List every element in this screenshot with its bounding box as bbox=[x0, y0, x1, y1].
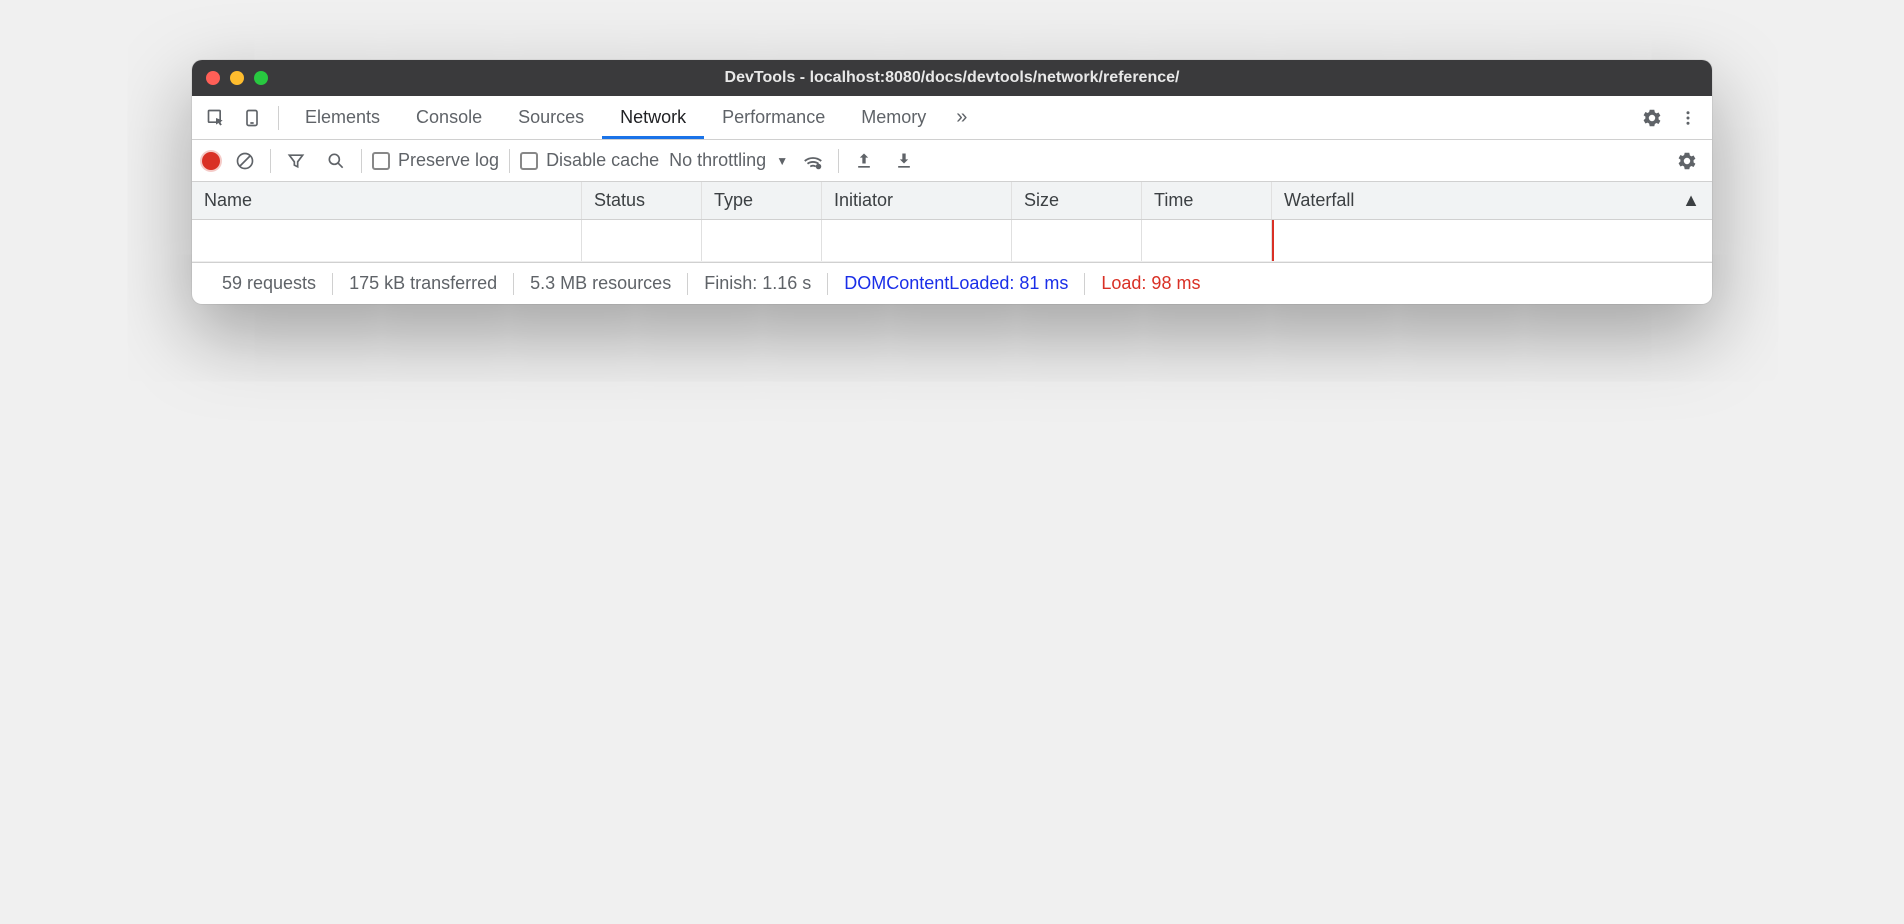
tab-network[interactable]: Network bbox=[602, 96, 704, 139]
tab-console[interactable]: Console bbox=[398, 96, 500, 139]
preserve-log-label: Preserve log bbox=[398, 150, 499, 171]
tab-sources[interactable]: Sources bbox=[500, 96, 602, 139]
col-name[interactable]: Name bbox=[192, 182, 582, 219]
network-table: Name Status Type Initiator Size Time Wat… bbox=[192, 182, 1712, 262]
status-resources: 5.3 MB resources bbox=[514, 273, 687, 294]
status-bar: 59 requests 175 kB transferred 5.3 MB re… bbox=[192, 262, 1712, 304]
table-header: Name Status Type Initiator Size Time Wat… bbox=[192, 182, 1712, 220]
download-har-icon[interactable] bbox=[889, 146, 919, 176]
tool-tabs: ElementsConsoleSourcesNetworkPerformance… bbox=[192, 96, 1712, 140]
col-size[interactable]: Size bbox=[1012, 182, 1142, 219]
col-type[interactable]: Type bbox=[702, 182, 822, 219]
status-domcontentloaded: DOMContentLoaded: 81 ms bbox=[828, 273, 1084, 294]
tab-performance[interactable]: Performance bbox=[704, 96, 843, 139]
throttling-select[interactable]: No throttling ▼ bbox=[669, 150, 788, 171]
more-tabs-icon[interactable]: » bbox=[944, 106, 973, 129]
minimize-window-button[interactable] bbox=[230, 71, 244, 85]
tab-memory[interactable]: Memory bbox=[843, 96, 944, 139]
waterfall-cell bbox=[1272, 220, 1712, 261]
status-finish: Finish: 1.16 s bbox=[688, 273, 827, 294]
devtools-window: DevTools - localhost:8080/docs/devtools/… bbox=[192, 60, 1712, 304]
col-time[interactable]: Time bbox=[1142, 182, 1272, 219]
status-load: Load: 98 ms bbox=[1085, 273, 1216, 294]
preserve-log-checkbox[interactable]: Preserve log bbox=[372, 150, 499, 171]
traffic-lights bbox=[206, 71, 268, 85]
titlebar: DevTools - localhost:8080/docs/devtools/… bbox=[192, 60, 1712, 96]
tab-elements[interactable]: Elements bbox=[287, 96, 398, 139]
status-transferred: 175 kB transferred bbox=[333, 273, 513, 294]
col-initiator[interactable]: Initiator bbox=[822, 182, 1012, 219]
kebab-menu-icon[interactable] bbox=[1670, 100, 1706, 136]
throttling-value: No throttling bbox=[669, 150, 766, 171]
status-requests: 59 requests bbox=[206, 273, 332, 294]
window-title: DevTools - localhost:8080/docs/devtools/… bbox=[192, 69, 1712, 87]
close-window-button[interactable] bbox=[206, 71, 220, 85]
disable-cache-label: Disable cache bbox=[546, 150, 659, 171]
network-toolbar: Preserve log Disable cache No throttling… bbox=[192, 140, 1712, 182]
dropdown-triangle-icon: ▼ bbox=[776, 154, 788, 168]
record-button[interactable] bbox=[202, 152, 220, 170]
empty-row bbox=[192, 220, 1712, 262]
network-conditions-icon[interactable] bbox=[798, 146, 828, 176]
col-waterfall[interactable]: Waterfall ▲ bbox=[1272, 182, 1712, 219]
settings-icon[interactable] bbox=[1634, 100, 1670, 136]
upload-har-icon[interactable] bbox=[849, 146, 879, 176]
zoom-window-button[interactable] bbox=[254, 71, 268, 85]
device-toolbar-icon[interactable] bbox=[234, 100, 270, 136]
inspect-element-icon[interactable] bbox=[198, 100, 234, 136]
col-status[interactable]: Status bbox=[582, 182, 702, 219]
sort-indicator-icon: ▲ bbox=[1682, 190, 1700, 211]
clear-icon[interactable] bbox=[230, 146, 260, 176]
filter-icon[interactable] bbox=[281, 146, 311, 176]
disable-cache-checkbox[interactable]: Disable cache bbox=[520, 150, 659, 171]
search-icon[interactable] bbox=[321, 146, 351, 176]
network-settings-icon[interactable] bbox=[1672, 146, 1702, 176]
